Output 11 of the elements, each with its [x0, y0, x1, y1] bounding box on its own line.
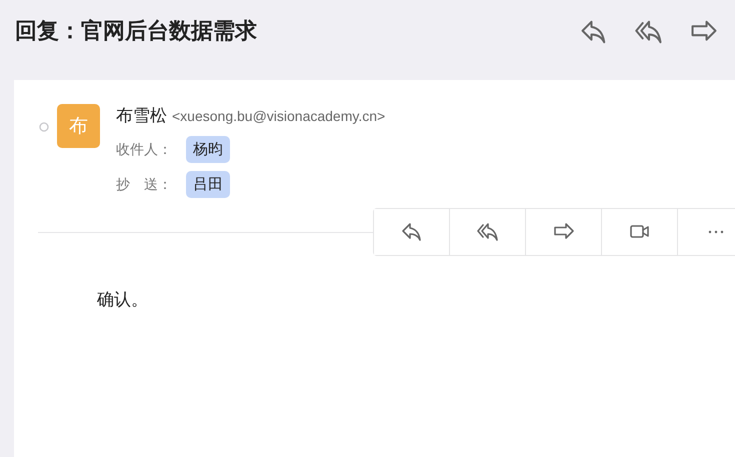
recipient-label: 收件人： — [116, 140, 173, 158]
sender-email: <xuesong.bu@visionacademy.cn> — [172, 108, 386, 124]
recipient-label: 抄 送： — [116, 176, 173, 194]
email-subject: 回复：官网后台数据需求 — [15, 17, 257, 45]
message-body: 确认。 — [97, 289, 149, 311]
recipient-chip[interactable]: 吕田 — [186, 171, 230, 198]
reply-icon[interactable] — [374, 209, 450, 255]
sender-avatar: 布 — [57, 104, 100, 148]
recipient-chip[interactable]: 杨昀 — [186, 136, 230, 163]
sender-name: 布雪松 — [116, 105, 167, 127]
status-circle-icon — [39, 122, 49, 132]
